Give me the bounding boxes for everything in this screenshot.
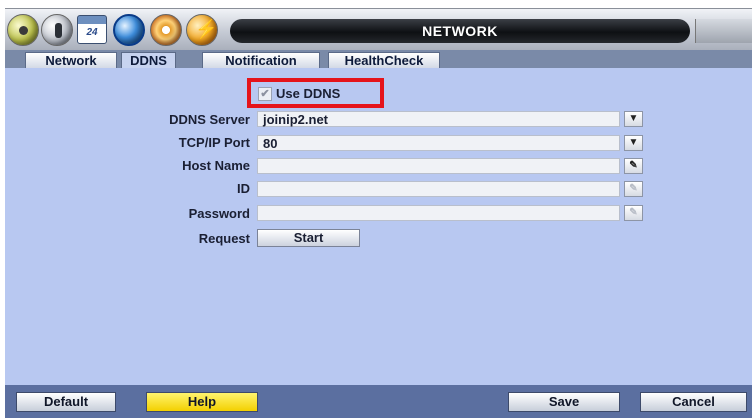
tab-ddns[interactable]: DDNS xyxy=(121,52,176,68)
ddns-server-select[interactable]: joinip2.net xyxy=(257,111,620,127)
bottom-bar: Default Help Save Cancel xyxy=(5,385,752,418)
page-title: NETWORK xyxy=(230,19,690,43)
ddns-server-label: DDNS Server xyxy=(169,112,250,127)
tab-bar: Network DDNS Notification HealthCheck xyxy=(5,50,752,68)
id-label: ID xyxy=(237,181,250,196)
host-name-field[interactable] xyxy=(257,158,620,174)
help-button[interactable]: Help xyxy=(146,392,258,412)
title-bar-end xyxy=(695,19,752,43)
calendar-day-label: 24 xyxy=(86,27,98,38)
calendar-icon[interactable]: 24 xyxy=(77,15,107,44)
ddns-settings-panel: ✔ Use DDNS DDNS Server joinip2.net ▼ TCP… xyxy=(5,68,752,385)
default-button[interactable]: Default xyxy=(16,392,116,412)
use-ddns-label: Use DDNS xyxy=(276,86,341,101)
tcp-ip-port-label: TCP/IP Port xyxy=(178,135,250,150)
network-icon[interactable] xyxy=(113,14,145,46)
top-bar: 24 NETWORK xyxy=(5,8,752,50)
tcp-ip-port-dropdown-icon[interactable]: ▼ xyxy=(624,135,643,151)
request-label: Request xyxy=(198,231,250,246)
tab-healthcheck[interactable]: HealthCheck xyxy=(328,52,440,68)
tcp-ip-port-select[interactable]: 80 xyxy=(257,135,620,151)
host-name-edit-icon[interactable]: ✎ xyxy=(624,158,643,174)
password-edit-icon[interactable]: ✎ xyxy=(624,205,643,221)
id-edit-icon[interactable]: ✎ xyxy=(624,181,643,197)
host-name-label: Host Name xyxy=(182,158,250,173)
power-icon[interactable] xyxy=(186,14,218,46)
tab-network[interactable]: Network xyxy=(25,52,117,68)
password-field[interactable] xyxy=(257,205,620,221)
setup-icon[interactable] xyxy=(7,14,39,46)
tab-notification[interactable]: Notification xyxy=(202,52,320,68)
ddns-server-dropdown-icon[interactable]: ▼ xyxy=(624,111,643,127)
cancel-button[interactable]: Cancel xyxy=(640,392,747,412)
save-button[interactable]: Save xyxy=(508,392,620,412)
id-field[interactable] xyxy=(257,181,620,197)
start-button[interactable]: Start xyxy=(257,229,360,247)
use-ddns-checkbox[interactable]: ✔ xyxy=(258,87,272,101)
use-ddns-highlight: ✔ Use DDNS xyxy=(247,78,384,108)
password-label: Password xyxy=(188,206,250,221)
camera-icon[interactable] xyxy=(41,14,73,46)
disc-icon[interactable] xyxy=(150,14,182,46)
